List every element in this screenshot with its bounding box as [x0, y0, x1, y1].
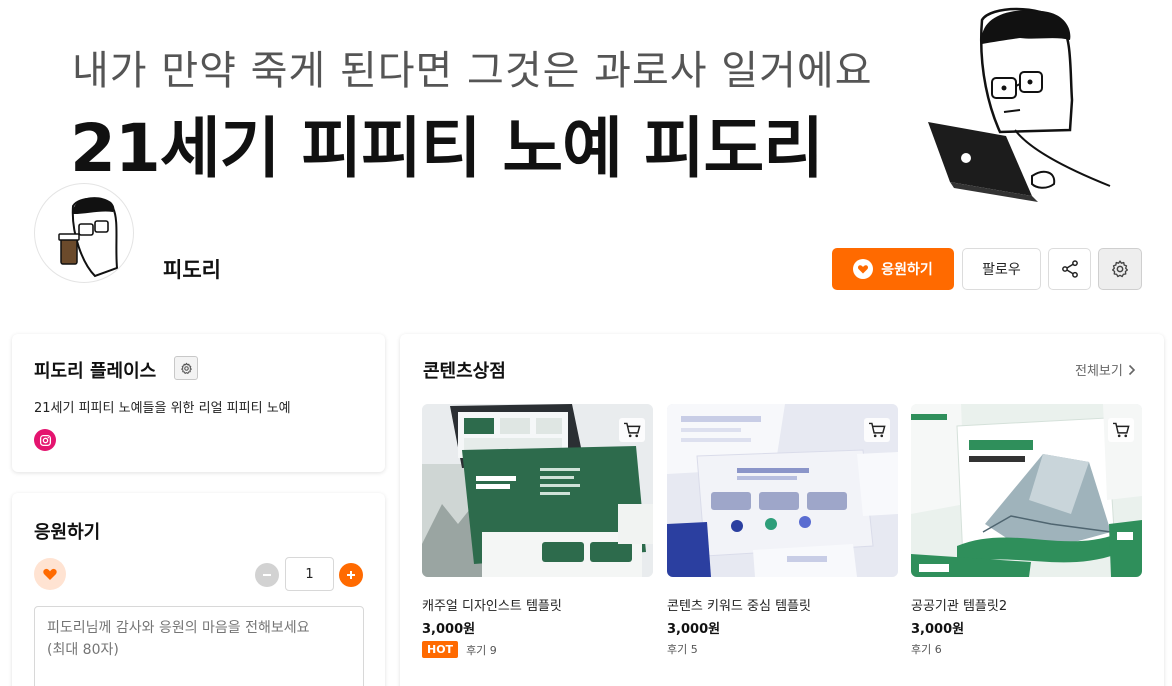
support-button[interactable]: 응원하기 [832, 248, 954, 290]
add-to-cart-button[interactable] [864, 418, 890, 442]
store-title: 콘텐츠상점 [423, 361, 506, 382]
instagram-icon [39, 434, 51, 446]
product-thumbnail[interactable] [667, 404, 898, 577]
share-button[interactable] [1048, 248, 1091, 290]
donate-message-input[interactable] [34, 606, 364, 686]
banner-illustration [928, 7, 1111, 202]
banner-title: 21세기 피피티 노예 피도리 [70, 110, 824, 187]
support-button-label: 응원하기 [881, 262, 933, 278]
profile-page: 내가 만약 죽게 된다면 그것은 과로사 일거에요 21세기 피피티 노예 피도… [0, 0, 1172, 686]
product-thumbnail[interactable] [911, 404, 1142, 577]
gear-icon [180, 362, 192, 374]
donate-card: 응원하기 1 [12, 493, 385, 686]
settings-button[interactable] [1098, 248, 1142, 290]
view-all-label: 전체보기 [1075, 364, 1123, 379]
add-to-cart-button[interactable] [619, 418, 645, 442]
product-meta: 후기 6 [911, 641, 942, 657]
minus-icon [263, 574, 271, 576]
follow-button[interactable]: 팔로우 [962, 248, 1041, 290]
plus-icon [347, 571, 355, 579]
profile-banner: 내가 만약 죽게 된다면 그것은 과로사 일거에요 21세기 피피티 노예 피도… [0, 0, 1172, 215]
view-all-link[interactable]: 전체보기 [1075, 360, 1136, 379]
quantity-input[interactable]: 1 [285, 557, 334, 591]
instagram-link[interactable] [34, 429, 56, 451]
product-name[interactable]: 공공기관 템플릿2 [911, 595, 1007, 614]
product-price: 3,000원 [667, 622, 721, 637]
store-card: 콘텐츠상점 전체보기 캐주얼 디자인스트 템플릿 3,000원 HOT 후기 9… [400, 334, 1164, 686]
share-icon [1061, 260, 1078, 278]
product-price: 3,000원 [911, 622, 965, 637]
place-card: 피도리 플레이스 21세기 피피티 노예들을 위한 리얼 피피티 노예 [12, 334, 385, 472]
gear-icon [1112, 260, 1128, 278]
review-count: 후기 6 [911, 643, 942, 656]
product-card[interactable]: 공공기관 템플릿2 3,000원 후기 6 [911, 404, 1142, 656]
chevron-right-icon [1128, 364, 1135, 375]
cart-icon [869, 422, 886, 438]
profile-avatar [34, 183, 134, 283]
product-card[interactable]: 캐주얼 디자인스트 템플릿 3,000원 HOT 후기 9 [422, 404, 653, 658]
place-settings-button[interactable] [174, 356, 198, 380]
product-meta: HOT 후기 9 [422, 641, 497, 658]
product-name[interactable]: 콘텐츠 키워드 중심 템플릿 [667, 595, 811, 614]
product-meta: 후기 5 [667, 641, 698, 657]
quantity-increase-button[interactable] [339, 563, 363, 587]
place-title: 피도리 플레이스 [34, 361, 157, 382]
donate-heart-icon [34, 558, 66, 590]
place-description: 21세기 피피티 노예들을 위한 리얼 피피티 노예 [34, 401, 291, 416]
product-name[interactable]: 캐주얼 디자인스트 템플릿 [422, 595, 562, 614]
product-price: 3,000원 [422, 622, 476, 637]
cart-icon [1113, 422, 1130, 438]
heart-icon [853, 259, 874, 279]
add-to-cart-button[interactable] [1108, 418, 1134, 442]
cart-icon [624, 422, 641, 438]
banner-subtitle: 내가 만약 죽게 된다면 그것은 과로사 일거에요 [72, 48, 873, 94]
avatar-illustration [58, 197, 119, 278]
review-count: 후기 9 [466, 643, 497, 657]
profile-name: 피도리 [163, 258, 221, 282]
hot-badge: HOT [422, 641, 459, 658]
product-card[interactable]: 콘텐츠 키워드 중심 템플릿 3,000원 후기 5 [667, 404, 898, 656]
quantity-decrease-button[interactable] [255, 563, 279, 587]
review-count: 후기 5 [667, 643, 698, 656]
donate-title: 응원하기 [34, 522, 101, 543]
product-thumbnail[interactable] [422, 404, 653, 577]
